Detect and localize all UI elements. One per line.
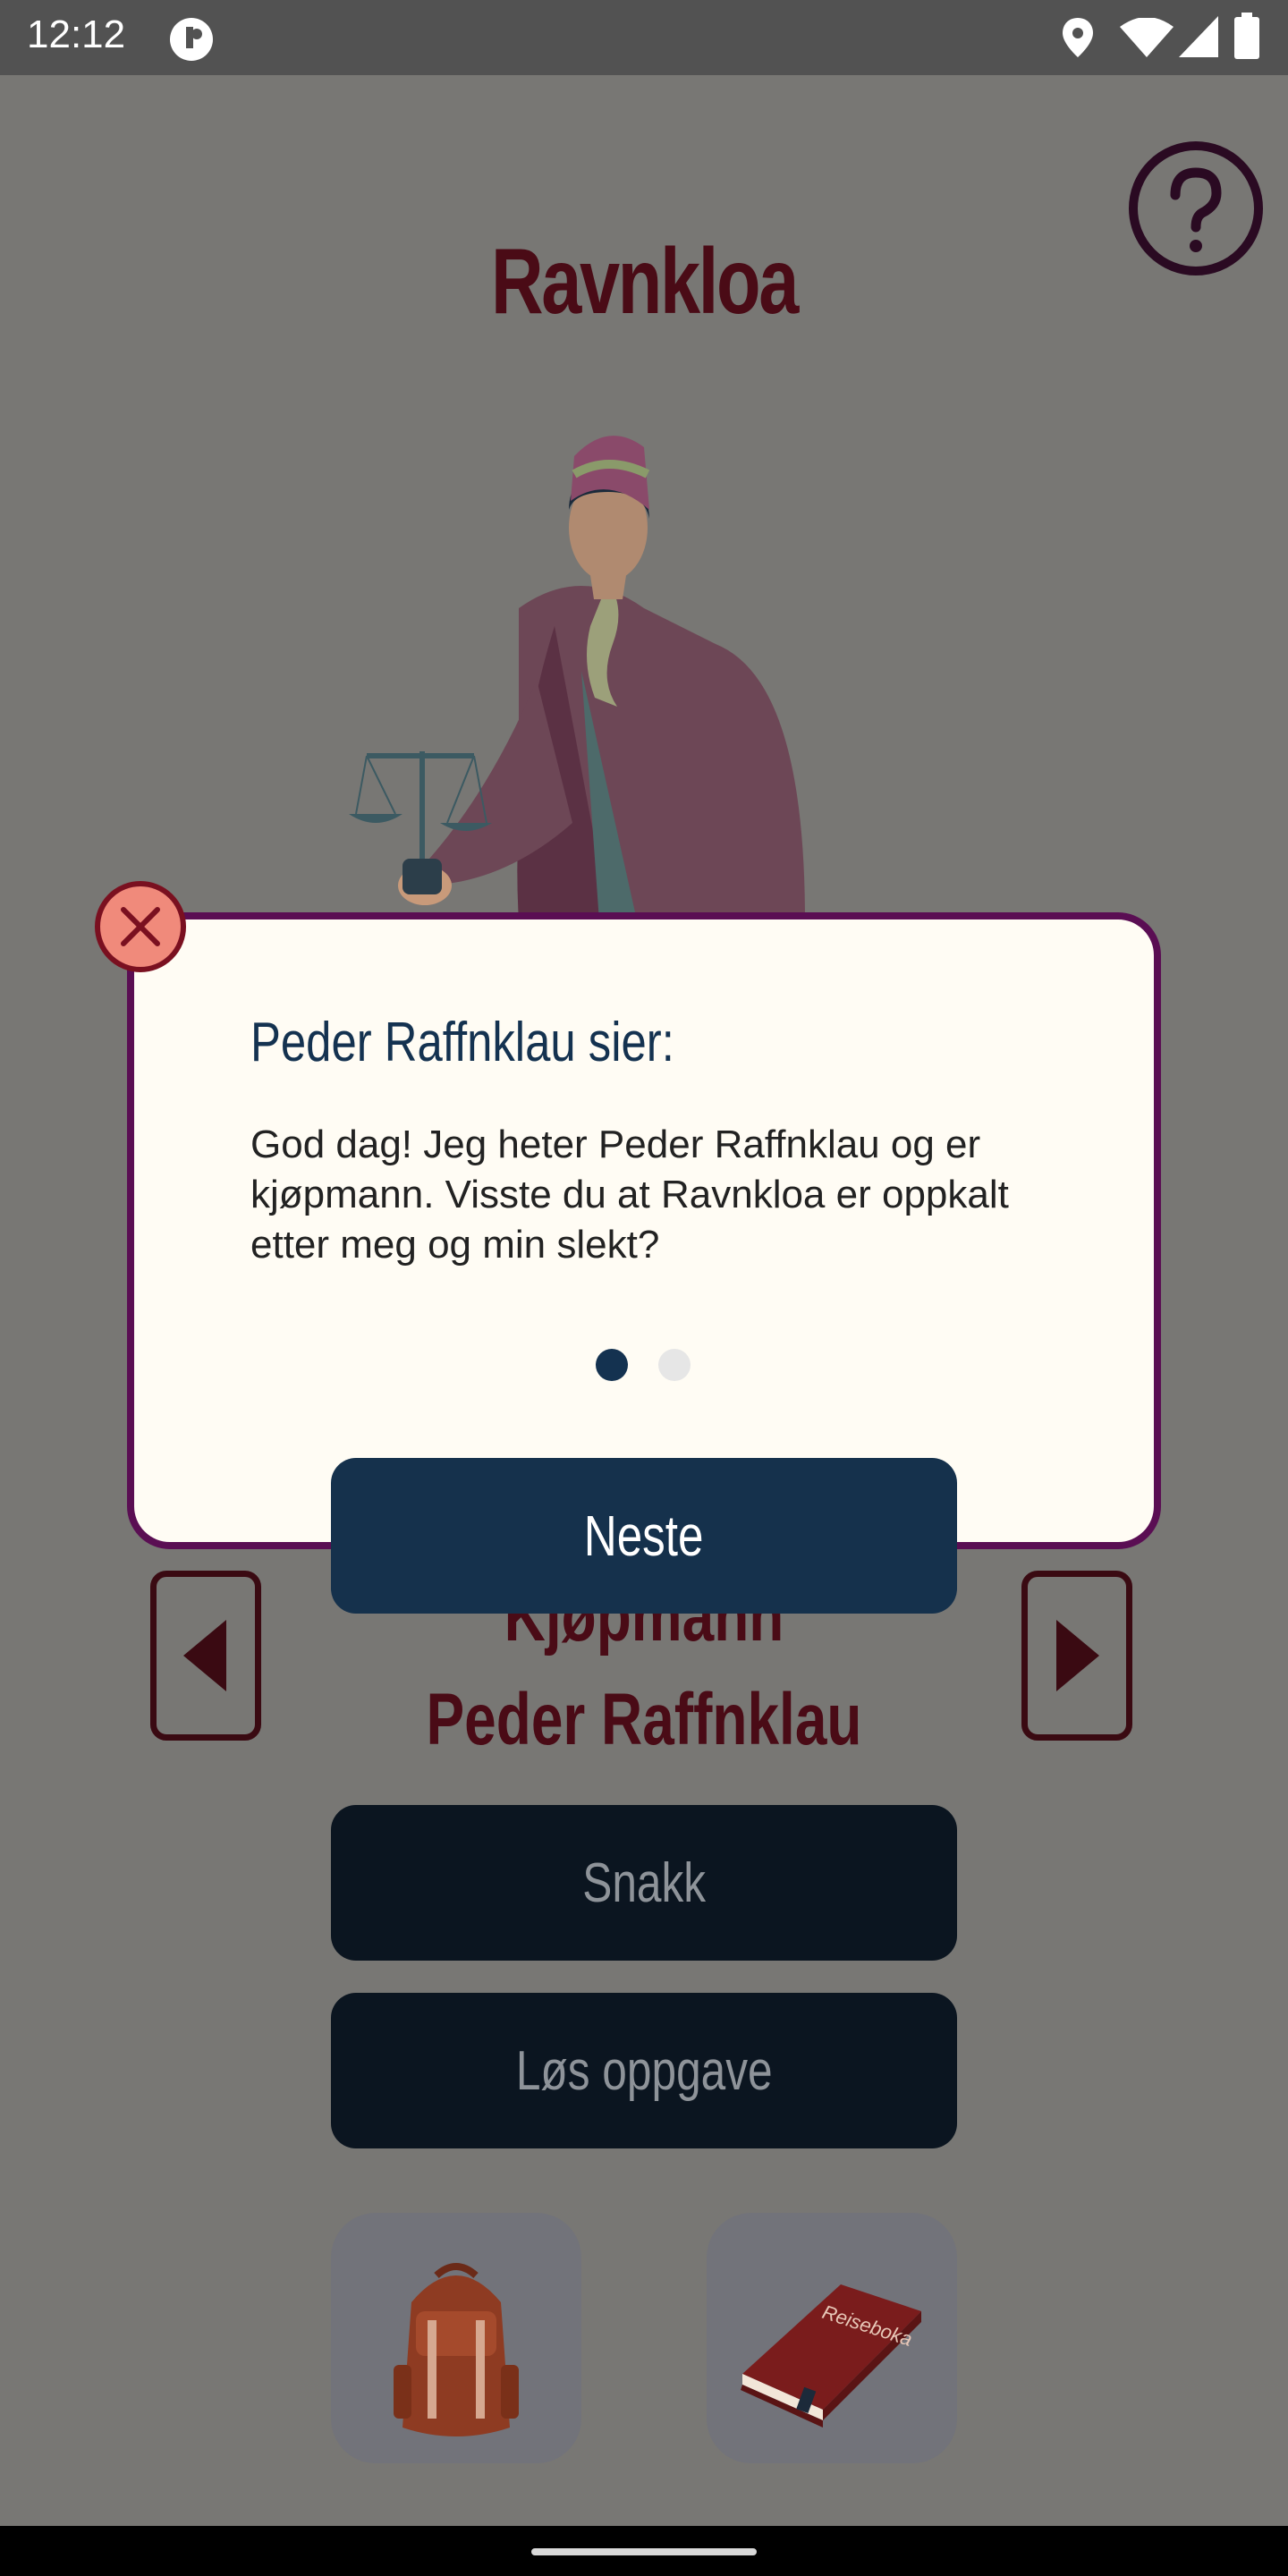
solve-task-button-label: Løs oppgave [515,2039,773,2102]
character-illustration [349,436,805,921]
app-notification-icon [170,18,213,61]
book-icon: Reiseboka [741,2284,921,2428]
battery-icon [1234,13,1259,59]
character-name: Peder Raffnklau [426,1679,862,1760]
backpack-icon [394,2263,519,2436]
page-indicator-active [596,1349,628,1381]
next-button[interactable]: Neste [331,1458,957,1614]
talk-button-label: Snakk [582,1852,706,1914]
travel-book-button[interactable]: Reiseboka [707,2213,957,2463]
home-gesture-handle[interactable] [531,2548,757,2555]
next-button-label: Neste [584,1504,704,1568]
dialog-text: God dag! Jeg heter Peder Raffnklau og er… [250,1123,1009,1267]
wifi-icon [1120,18,1174,57]
signal-icon [1179,16,1218,57]
talk-button[interactable]: Snakk [331,1805,957,1961]
status-time: 12:12 [27,13,126,56]
page-indicator-inactive[interactable] [658,1349,691,1381]
location-icon [1063,18,1093,57]
close-dialog-button[interactable] [95,881,186,972]
help-icon[interactable] [1129,141,1263,275]
backpack-button[interactable] [331,2213,581,2463]
close-icon [121,907,160,946]
dialog-title: Peder Raffnklau sier: [250,1012,674,1073]
solve-task-button[interactable]: Løs oppgave [331,1993,957,2148]
status-bar: 12:12 [0,0,1288,75]
page-title: Ravnkloa [491,230,799,334]
